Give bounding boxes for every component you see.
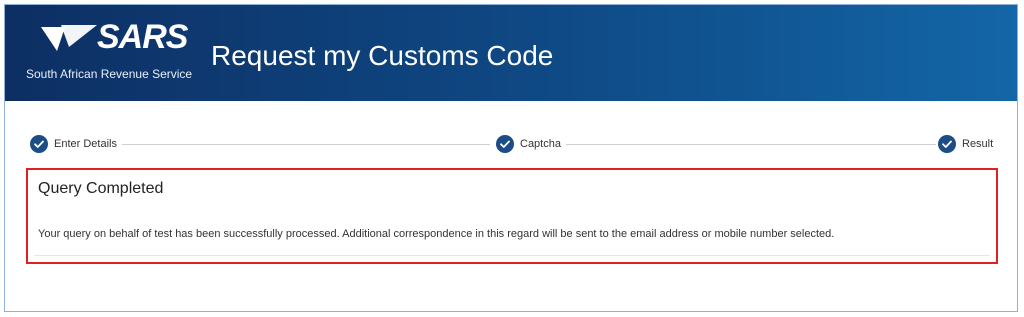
step-label: Captcha xyxy=(520,138,561,150)
check-icon xyxy=(496,135,514,153)
step-captcha: Captcha xyxy=(496,134,561,154)
step-label: Enter Details xyxy=(54,138,117,150)
logo-text: SARS xyxy=(97,18,188,56)
sars-logo-icon xyxy=(41,25,97,51)
page-title: Request my Customs Code xyxy=(211,40,554,71)
header-banner: SARS South African Revenue Service Reque… xyxy=(5,5,1017,101)
result-heading: Query Completed xyxy=(38,180,164,197)
step-connector-1 xyxy=(122,144,490,145)
result-message: Your query on behalf of test has been su… xyxy=(38,228,835,240)
logo-subtitle: South African Revenue Service xyxy=(26,67,193,81)
step-label: Result xyxy=(962,138,994,150)
step-result: Result xyxy=(938,134,993,154)
result-panel: Query Completed Your query on behalf of … xyxy=(26,168,998,264)
check-icon xyxy=(938,135,956,153)
progress-stepper: Enter Details Captcha Result xyxy=(30,134,996,156)
divider xyxy=(34,255,990,256)
step-connector-2 xyxy=(566,144,936,145)
check-icon xyxy=(30,135,48,153)
step-enter-details: Enter Details xyxy=(30,134,117,154)
